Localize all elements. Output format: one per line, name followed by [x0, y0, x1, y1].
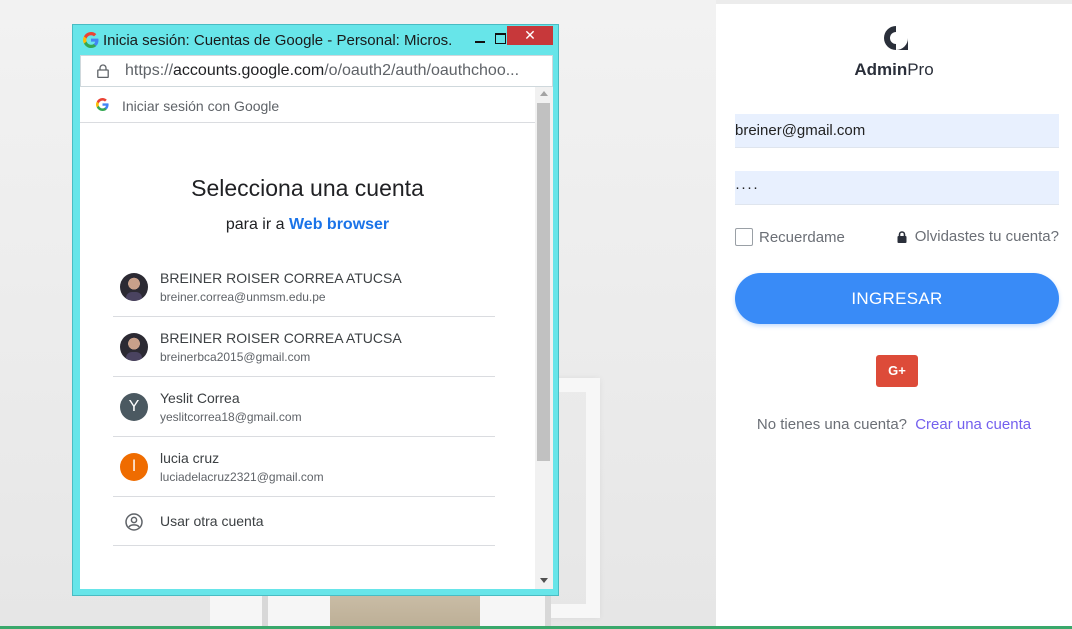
account-circle-icon — [125, 513, 143, 531]
use-other-account-item[interactable]: Usar otra cuenta — [113, 497, 495, 546]
background-chair-leg — [262, 596, 268, 629]
close-window-button[interactable]: ✕ — [507, 26, 553, 45]
account-list: BREINER ROISER CORREA ATUCSA breiner.cor… — [113, 257, 495, 546]
account-item[interactable]: BREINER ROISER CORREA ATUCSA breinerbca2… — [113, 317, 495, 377]
account-email: breiner.correa@unmsm.edu.pe — [160, 290, 326, 304]
account-name: lucia cruz — [160, 450, 220, 466]
account-name: BREINER ROISER CORREA ATUCSA — [160, 270, 402, 286]
address-bar[interactable]: https://accounts.google.com/o/oauth2/aut… — [80, 55, 553, 87]
avatar: Y — [120, 393, 148, 421]
padlock-icon — [97, 64, 109, 78]
account-name: Yeslit Correa — [160, 390, 240, 406]
signup-prompt: No tienes una cuenta? Crear una cuenta — [716, 416, 1072, 433]
signup-text: No tienes una cuenta? — [756, 416, 908, 433]
page-title: Selecciona una cuenta — [191, 175, 424, 201]
lock-icon — [897, 230, 907, 243]
subtitle-text: para ir a — [225, 216, 285, 233]
scroll-thumb[interactable] — [537, 103, 550, 461]
account-email: yeslitcorrea18@gmail.com — [160, 410, 302, 424]
background-chair-leg — [545, 596, 551, 629]
background-chair-seat — [330, 596, 480, 629]
account-item[interactable]: BREINER ROISER CORREA ATUCSA breiner.cor… — [113, 257, 495, 317]
email-value: breiner@gmail.com — [735, 122, 866, 139]
popup-content: Iniciar sesión con Google Selecciona una… — [80, 87, 553, 589]
window-titlebar[interactable]: Inicia sesión: Cuentas de Google - Perso… — [73, 25, 558, 55]
brand-logo: AdminPro — [716, 60, 1072, 80]
google-plus-button[interactable]: G+ — [876, 355, 918, 387]
minimize-button[interactable] — [469, 31, 491, 47]
brand-bold: Admin — [854, 60, 908, 79]
brand-rest: Pro — [907, 60, 934, 79]
url-path: /o/oauth2/auth/oauthchoo... — [324, 62, 520, 79]
page-subtitle: para ir a Web browser — [80, 216, 535, 234]
app-name-link[interactable]: Web browser — [289, 216, 389, 233]
avatar — [120, 333, 148, 361]
password-field[interactable]: ···· — [735, 171, 1059, 205]
url-prefix: https:// — [125, 62, 174, 79]
account-item[interactable]: l lucia cruz luciadelacruz2321@gmail.com — [113, 437, 495, 497]
remember-me[interactable]: Recuerdame — [735, 228, 845, 246]
email-field[interactable]: breiner@gmail.com — [735, 114, 1059, 148]
account-email: luciadelacruz2321@gmail.com — [160, 470, 324, 484]
remember-checkbox[interactable] — [735, 228, 753, 246]
avatar: l — [120, 453, 148, 481]
avatar — [120, 273, 148, 301]
google-signin-header: Iniciar sesión con Google — [80, 87, 535, 123]
scroll-up-arrow-icon[interactable] — [540, 91, 548, 96]
use-other-account-label: Usar otra cuenta — [160, 513, 264, 529]
url-host: accounts.google.com — [173, 62, 325, 79]
google-g-icon — [96, 98, 109, 111]
window-title: Inicia sesión: Cuentas de Google - Perso… — [103, 32, 453, 49]
account-item[interactable]: Y Yeslit Correa yeslitcorrea18@gmail.com — [113, 377, 495, 437]
login-submit-button[interactable]: INGRESAR — [735, 273, 1059, 324]
login-panel: AdminPro breiner@gmail.com ···· Recuerda… — [716, 4, 1072, 626]
forgot-label: Olvidastes tu cuenta? — [914, 228, 1059, 245]
google-signin-popup-window: Inicia sesión: Cuentas de Google - Perso… — [72, 24, 559, 596]
account-name: BREINER ROISER CORREA ATUCSA — [160, 330, 402, 346]
account-email: breinerbca2015@gmail.com — [160, 350, 311, 364]
create-account-link[interactable]: Crear una cuenta — [915, 416, 1031, 433]
forgot-account-link[interactable]: Olvidastes tu cuenta? — [897, 228, 1059, 245]
remember-label: Recuerdame — [759, 228, 845, 246]
vertical-scrollbar[interactable] — [535, 87, 553, 589]
password-value: ···· — [735, 179, 759, 196]
url-text: https://accounts.google.com/o/oauth2/aut… — [125, 62, 550, 80]
adminpro-logo-icon — [884, 26, 908, 50]
google-signin-header-label: Iniciar sesión con Google — [122, 98, 280, 114]
scroll-down-arrow-icon[interactable] — [540, 578, 548, 583]
google-g-icon — [83, 32, 99, 48]
